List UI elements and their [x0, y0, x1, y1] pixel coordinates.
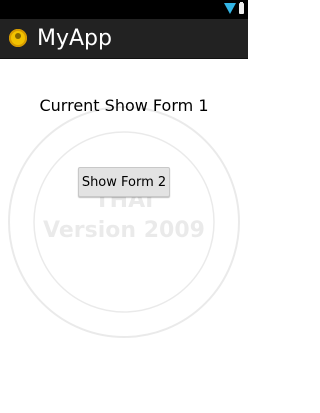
wifi-icon [224, 3, 236, 14]
main-content: THAI Version 2009 Current Show Form 1 Sh… [0, 59, 248, 413]
app-icon[interactable] [9, 29, 27, 47]
status-icons [224, 2, 244, 14]
battery-icon [239, 2, 244, 14]
status-bar [0, 0, 248, 19]
watermark-line2: Version 2009 [43, 218, 205, 243]
app-title: MyApp [37, 26, 112, 51]
current-form-label: Current Show Form 1 [39, 96, 209, 115]
action-bar: MyApp [0, 19, 248, 60]
show-form-2-button[interactable]: Show Form 2 [78, 167, 170, 197]
